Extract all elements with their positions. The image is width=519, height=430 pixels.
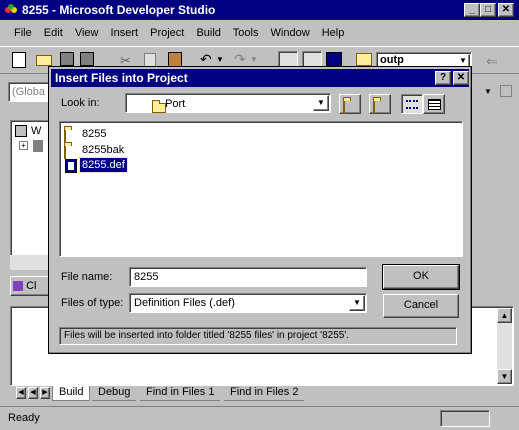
menu-window[interactable]: Window xyxy=(271,27,310,39)
insert-files-dialog: Insert Files into Project ? ✕ Look in: P… xyxy=(48,66,472,354)
menu-build[interactable]: Build xyxy=(196,27,220,39)
close-button[interactable]: ✕ xyxy=(498,3,514,17)
tab-find-in-files-2[interactable]: Find in Files 2 xyxy=(224,386,305,401)
up-folder-icon xyxy=(343,100,345,114)
list-item[interactable]: 8255bak xyxy=(64,142,184,159)
list-view-button[interactable] xyxy=(401,94,423,114)
file-list[interactable]: 8255 8255bak 8255.def xyxy=(59,121,463,257)
undo-dropdown-icon[interactable]: ▼ xyxy=(216,55,224,64)
list-item-label: 8255bak xyxy=(82,144,125,156)
dialog-titlebar: Insert Files into Project ? ✕ xyxy=(51,69,469,87)
menu-insert[interactable]: Insert xyxy=(111,27,139,39)
list-item[interactable]: 8255 xyxy=(64,126,184,143)
scroll-up-button[interactable]: ▲ xyxy=(497,308,512,323)
save-all-icon[interactable] xyxy=(80,52,94,66)
help-button[interactable]: ? xyxy=(435,71,451,85)
classview-label: Cl xyxy=(26,280,37,292)
tab-debug[interactable]: Debug xyxy=(92,386,137,401)
ok-button[interactable]: OK xyxy=(382,264,460,290)
menu-edit[interactable]: Edit xyxy=(44,27,63,39)
list-item-label: 8255.def xyxy=(79,157,128,173)
menu-help[interactable]: Help xyxy=(322,27,345,39)
status-text: Ready xyxy=(8,412,40,424)
new-file-icon[interactable] xyxy=(12,52,26,68)
status-bar: Ready xyxy=(0,406,519,430)
back-arrow-icon[interactable]: ⇐ xyxy=(486,53,498,70)
save-icon[interactable] xyxy=(60,52,74,66)
workspace-label: W xyxy=(31,125,42,137)
tab-scroll-prev[interactable]: ◀ xyxy=(28,387,38,399)
def-file-icon xyxy=(65,159,77,173)
minimize-button[interactable]: _ xyxy=(464,3,480,17)
dialog-title: Insert Files into Project xyxy=(55,71,188,85)
dialog-close-button[interactable]: ✕ xyxy=(453,71,469,85)
lookin-value: Port xyxy=(165,98,186,110)
list-view-icon xyxy=(406,100,418,109)
paste-icon[interactable] xyxy=(168,52,182,67)
status-panel xyxy=(440,410,490,427)
tab-find-in-files-1[interactable]: Find in Files 1 xyxy=(140,386,221,401)
list-item-label: 8255 xyxy=(82,128,107,140)
project-icon xyxy=(33,140,43,152)
output-vscroll[interactable]: ▲ ▼ xyxy=(497,308,512,384)
wizard-action-icon[interactable] xyxy=(500,85,512,97)
tab-scroll-next[interactable]: ▶ xyxy=(40,387,50,399)
menu-view[interactable]: View xyxy=(75,27,99,39)
tab-scroll-first[interactable]: ◀ xyxy=(16,387,26,399)
open-icon[interactable] xyxy=(36,55,52,66)
folder-icon xyxy=(152,100,166,113)
workspace-icon xyxy=(15,125,27,137)
classview-tab[interactable]: Cl xyxy=(10,276,50,296)
lookin-dropdown-button[interactable]: ▼ xyxy=(313,95,329,111)
lookin-combo[interactable]: Port xyxy=(125,93,331,113)
menu-bar: File Edit View Insert Project Build Tool… xyxy=(0,21,519,43)
output-tabbar: ◀ ◀ ▶ Build Debug Find in Files 1 Find i… xyxy=(14,386,494,402)
filetype-select[interactable]: Definition Files (.def) xyxy=(129,293,367,313)
filename-label: File name: xyxy=(61,271,113,283)
filetype-label: Files of type: xyxy=(61,297,124,309)
menu-project[interactable]: Project xyxy=(150,27,184,39)
details-view-button[interactable] xyxy=(423,94,445,114)
main-titlebar: 8255 - Microsoft Developer Studio _ □ ✕ xyxy=(0,0,519,20)
list-item-selected[interactable]: 8255.def xyxy=(64,157,184,174)
lookin-label: Look in: xyxy=(61,97,100,109)
folder-icon xyxy=(64,129,66,143)
scroll-down-button[interactable]: ▼ xyxy=(497,369,512,384)
create-new-folder-button[interactable] xyxy=(369,94,391,114)
details-view-icon xyxy=(428,99,441,110)
classview-icon xyxy=(13,281,23,292)
find-in-files-icon[interactable] xyxy=(356,53,372,66)
filetype-dropdown-button[interactable]: ▼ xyxy=(349,295,365,311)
tree-expand-icon[interactable]: + xyxy=(19,141,28,150)
folder-icon xyxy=(64,145,66,159)
window-title: 8255 - Microsoft Developer Studio xyxy=(22,3,216,17)
app-icon xyxy=(4,3,18,17)
wizard-dropdown-icon[interactable]: ▼ xyxy=(484,87,492,96)
filename-input[interactable]: 8255 xyxy=(129,267,367,287)
info-message: Files will be inserted into folder title… xyxy=(59,327,457,345)
tab-build[interactable]: Build xyxy=(52,386,91,401)
menu-tools[interactable]: Tools xyxy=(233,27,259,39)
cancel-button[interactable]: Cancel xyxy=(383,294,459,318)
redo-dropdown-icon[interactable]: ▼ xyxy=(250,55,258,64)
new-folder-icon xyxy=(373,100,375,114)
copy-icon[interactable] xyxy=(144,53,156,67)
menu-file[interactable]: File xyxy=(14,27,32,39)
maximize-button[interactable]: □ xyxy=(480,3,496,17)
up-one-level-button[interactable] xyxy=(339,94,361,114)
